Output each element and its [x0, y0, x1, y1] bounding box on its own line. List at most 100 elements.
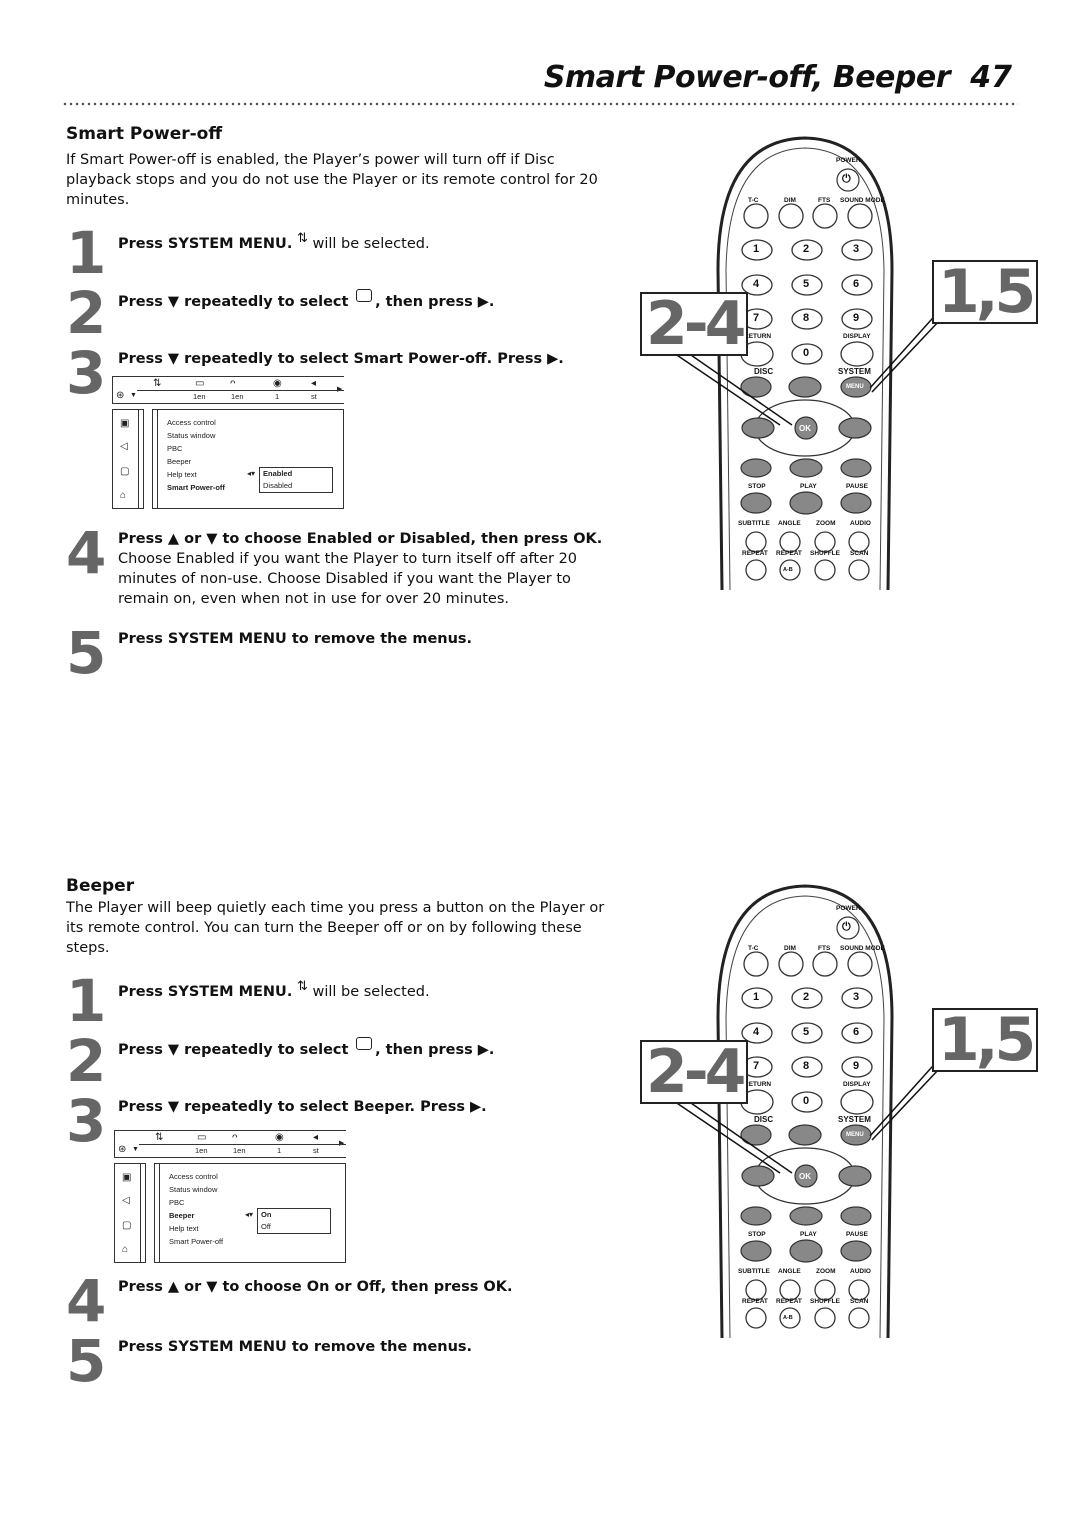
- system-menu-icon: ⇅: [155, 1132, 164, 1143]
- digit-button-7[interactable]: 7: [753, 312, 759, 324]
- osd-item: PBC: [167, 444, 183, 453]
- step-2-text: Press ▼ repeatedly to select , then pres…: [118, 1037, 494, 1060]
- speech-icon: ▢: [122, 1220, 132, 1231]
- right-arrow-icon: ▶: [337, 386, 343, 393]
- step-bold: Press ▲ or ▼ to choose Enabled or Disabl…: [118, 531, 603, 547]
- osd-value: 1en: [193, 392, 206, 401]
- osd-options-popup: Enabled Disabled: [259, 467, 333, 493]
- digit-button-5[interactable]: 5: [803, 1026, 809, 1038]
- step-5-text: Press SYSTEM MENU to remove the menus.: [118, 1337, 472, 1357]
- pointer-arrow-icon: ◂▾: [247, 469, 256, 478]
- digit-button-3[interactable]: 3: [853, 991, 859, 1003]
- step-number: 5: [66, 1327, 107, 1395]
- angle-icon: ◉: [275, 1132, 284, 1143]
- play-label: PLAY: [800, 483, 817, 490]
- ok-button[interactable]: OK: [799, 1172, 811, 1181]
- osd-value: 1: [275, 392, 280, 401]
- remote-label: SCAN: [850, 550, 869, 557]
- osd-list: Access control Status window PBC Beeper …: [154, 1163, 346, 1263]
- speaker-icon: ◁: [120, 441, 128, 452]
- digit-button-2[interactable]: 2: [803, 991, 809, 1003]
- osd-option: Disabled: [263, 481, 293, 490]
- callout-steps-2-4: 2-4: [640, 1040, 749, 1104]
- digit-button-8[interactable]: 8: [803, 1060, 809, 1072]
- digit-button-2[interactable]: 2: [803, 243, 809, 255]
- remote-label: REPEAT: [742, 550, 768, 557]
- step-bold: Press SYSTEM MENU.: [118, 236, 293, 252]
- step-bold: Press ▲ or ▼ to choose On or Off, then p…: [118, 1279, 513, 1295]
- osd-top-bar: ⊛ ▼ ⇅ ▭ ᴖ ◉ ◂ ▶ 1en 1en 1 st: [112, 376, 344, 404]
- system-menu-icon: ⇅: [153, 378, 162, 389]
- digit-button-6[interactable]: 6: [853, 278, 859, 290]
- osd-item-selected: Beeper: [169, 1211, 195, 1220]
- system-menu-button[interactable]: MENU: [846, 1132, 864, 1138]
- step-bold: Press ▼ repeatedly to select Beeper. Pre…: [118, 1099, 487, 1115]
- digit-button-1[interactable]: 1: [753, 243, 759, 255]
- step-3-text: Press ▼ repeatedly to select Beeper. Pre…: [118, 1097, 487, 1117]
- remote-illustration: POWER ⏻ T-C DIM FTS SOUND MODE 1 2 3 4 5…: [640, 130, 1039, 600]
- osd-item: Status window: [169, 1185, 218, 1194]
- remote-label: SOUND MODE: [840, 197, 885, 204]
- digit-button-5[interactable]: 5: [803, 278, 809, 290]
- osd-menu: ⊛ ▼ ⇅ ▭ ᴖ ◉ ◂ ▶ 1en 1en 1 st ▣ ◁ ▢ ⌂ Acc…: [114, 1130, 346, 1263]
- ok-button[interactable]: OK: [799, 424, 811, 433]
- osd-item-selected: Smart Power-off: [167, 483, 225, 492]
- step-number: 1: [66, 967, 107, 1035]
- display-label: DISPLAY: [843, 333, 871, 340]
- remote-label: T-C: [748, 945, 759, 952]
- osd-item: Access control: [167, 418, 216, 427]
- digit-button-9[interactable]: 9: [853, 312, 859, 324]
- digit-button-4[interactable]: 4: [753, 1026, 759, 1038]
- pause-label: PAUSE: [846, 483, 868, 490]
- digit-button-0[interactable]: 0: [803, 1095, 809, 1107]
- osd-value: 1en: [195, 1146, 208, 1155]
- section-title-smart-power-off: Smart Power-off: [66, 124, 223, 144]
- step-number: 2: [66, 279, 107, 347]
- remote-label: REPEAT: [776, 550, 802, 557]
- sound-icon: ◂: [311, 378, 317, 389]
- disc-icon: ⊛: [118, 1144, 127, 1155]
- step-bold: , then press ▶.: [375, 294, 495, 310]
- pause-label: PAUSE: [846, 1231, 868, 1238]
- system-menu-icon: ⇅: [296, 979, 308, 994]
- digit-button-9[interactable]: 9: [853, 1060, 859, 1072]
- remote-label: SHUFFLE: [810, 550, 840, 557]
- osd-sidebar: ▣ ◁ ▢ ⌂: [112, 409, 144, 509]
- stop-label: STOP: [748, 1231, 766, 1238]
- remote-label: SUBTITLE: [738, 1268, 770, 1275]
- step-number: 3: [66, 339, 107, 407]
- step-4-text: Press ▲ or ▼ to choose On or Off, then p…: [118, 1277, 512, 1297]
- remote-label: SOUND MODE: [840, 945, 885, 952]
- step-1-text: Press SYSTEM MENU. ⇅ will be selected.: [118, 229, 430, 254]
- digit-button-8[interactable]: 8: [803, 312, 809, 324]
- preferences-icon: ⌂: [120, 490, 127, 501]
- ab-label: A-B: [783, 567, 793, 573]
- step-bold: Press SYSTEM MENU.: [118, 984, 293, 1000]
- remote-label: FTS: [818, 197, 831, 204]
- digit-button-6[interactable]: 6: [853, 1026, 859, 1038]
- osd-value: 1en: [231, 392, 244, 401]
- digit-button-0[interactable]: 0: [803, 347, 809, 359]
- digit-button-1[interactable]: 1: [753, 991, 759, 1003]
- remote-label: SHUFFLE: [810, 1298, 840, 1305]
- digit-button-3[interactable]: 3: [853, 243, 859, 255]
- remote-body: [661, 136, 941, 591]
- stop-label: STOP: [748, 483, 766, 490]
- down-arrow-icon: ▼: [132, 1146, 139, 1153]
- step-rest: Choose Enabled if you want the Player to…: [118, 551, 578, 607]
- step-2-text: Press ▼ repeatedly to select , then pres…: [118, 289, 494, 312]
- step-bold: Press SYSTEM MENU to remove the menus.: [118, 631, 473, 647]
- display-label: DISPLAY: [843, 1081, 871, 1088]
- osd-list: Access control Status window PBC Beeper …: [152, 409, 344, 509]
- digit-button-7[interactable]: 7: [753, 1060, 759, 1072]
- osd-item: Status window: [167, 431, 216, 440]
- step-5-text: Press SYSTEM MENU to remove the menus.: [118, 629, 472, 649]
- disc-icon: ⊛: [116, 390, 125, 401]
- user-icon: ▣: [120, 418, 130, 429]
- system-menu-button[interactable]: MENU: [846, 384, 864, 390]
- down-arrow-icon: ▼: [130, 392, 137, 399]
- digit-button-4[interactable]: 4: [753, 278, 759, 290]
- section-intro: The Player will beep quietly each time y…: [66, 900, 605, 956]
- step-number: 2: [66, 1027, 107, 1095]
- osd-item: Access control: [169, 1172, 218, 1181]
